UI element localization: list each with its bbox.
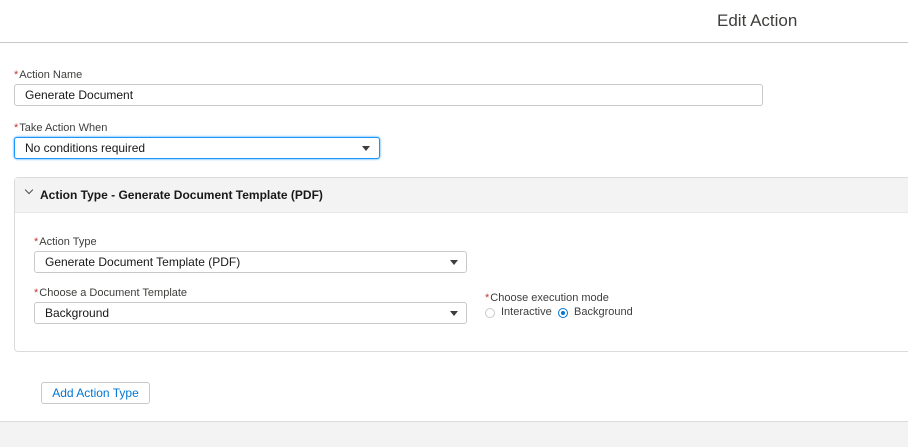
action-type-label: *Action Type xyxy=(34,236,97,248)
add-action-type-button[interactable]: Add Action Type xyxy=(41,382,150,404)
interactive-radio[interactable] xyxy=(485,308,495,318)
take-action-when-select[interactable]: No conditions required xyxy=(14,137,380,159)
background-radio-label[interactable]: Background xyxy=(574,306,633,318)
modal-footer xyxy=(0,421,908,447)
chevron-down-icon[interactable] xyxy=(24,185,34,195)
modal-header: Edit Action xyxy=(0,0,908,43)
section-title: Action Type - Generate Document Template… xyxy=(40,188,323,202)
dropdown-caret-icon xyxy=(450,260,458,265)
execution-mode-label: *Choose execution mode xyxy=(485,292,609,304)
document-template-select[interactable]: Background xyxy=(34,302,467,324)
dropdown-caret-icon xyxy=(450,311,458,316)
background-radio[interactable] xyxy=(558,308,568,318)
take-action-when-label: *Take Action When xyxy=(14,122,108,134)
required-marker: * xyxy=(34,287,39,299)
action-name-label: *Action Name xyxy=(14,69,83,81)
action-name-input[interactable]: Generate Document xyxy=(14,84,763,106)
required-marker: * xyxy=(14,122,19,134)
section-header[interactable]: Action Type - Generate Document Template… xyxy=(15,178,908,213)
interactive-radio-label[interactable]: Interactive xyxy=(501,306,552,318)
page-title: Edit Action xyxy=(717,11,798,30)
document-template-label: *Choose a Document Template xyxy=(34,287,188,299)
required-marker: * xyxy=(34,236,39,248)
dropdown-caret-icon xyxy=(362,146,370,151)
action-type-select[interactable]: Generate Document Template (PDF) xyxy=(34,251,467,273)
required-marker: * xyxy=(14,69,19,81)
required-marker: * xyxy=(485,292,490,304)
